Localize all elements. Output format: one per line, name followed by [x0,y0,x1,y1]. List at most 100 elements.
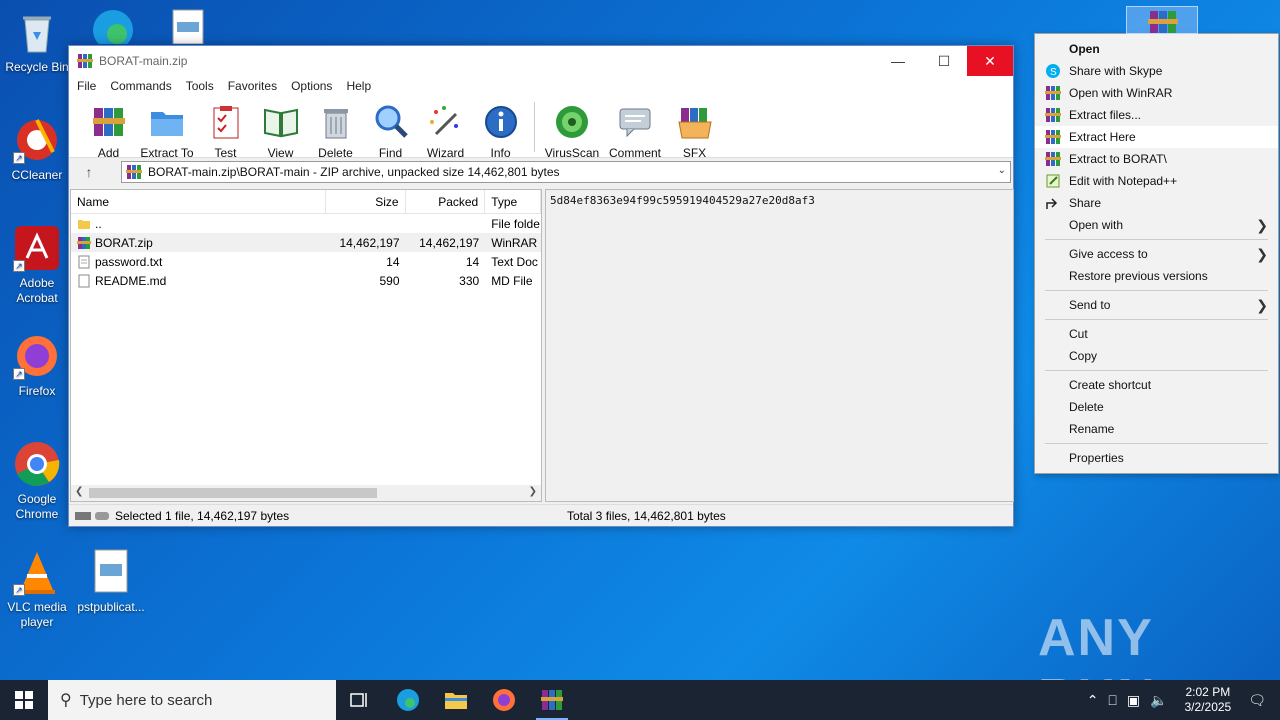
winrar-window: BORAT-main.zip — ☐ ✕ File Commands Tools… [68,45,1014,527]
taskbar-file-explorer[interactable] [432,680,480,720]
winrar-icon [1045,86,1061,100]
maximize-button[interactable]: ☐ [921,46,967,76]
clock[interactable]: 2:02 PM 3/2/2025 [1185,685,1232,715]
menu-item-label: Share with Skype [1069,64,1163,78]
chevron-right-icon: ❯ [1256,245,1268,262]
menu-commands[interactable]: Commands [110,79,171,93]
menu-item-share[interactable]: Share [1035,192,1278,214]
desktop-icon-recycle-bin[interactable]: Recycle Bin [0,8,74,75]
toolbar-wizard-button[interactable]: Wizard [418,104,473,160]
menu-help[interactable]: Help [346,79,371,93]
recycle-bin-icon [13,8,61,56]
toolbar-sfx-button[interactable]: SFX [667,104,722,160]
menu-favorites[interactable]: Favorites [228,79,277,93]
wizard-wand-icon [429,106,458,136]
shortcut-arrow-icon: ↗ [13,368,25,380]
desktop-icon-firefox[interactable]: ↗ Firefox [0,332,74,399]
notifications-icon[interactable]: 🗨 [1248,692,1266,709]
network-icon[interactable]: ▣ [1127,692,1140,709]
menu-item-extract-to-borat[interactable]: Extract to BORAT\ [1035,148,1278,170]
taskbar-search-box[interactable]: ⚲ Type here to search [48,680,336,720]
close-button[interactable]: ✕ [967,46,1013,76]
file-packed: 330 [459,273,480,288]
chevron-down-icon[interactable]: ⌄ [998,165,1006,176]
file-row-readme-md[interactable]: README.md 590 330 MD File [71,271,541,290]
menu-item-edit-with-notepadpp[interactable]: Edit with Notepad++ [1035,170,1278,192]
desktop-icon-chrome[interactable]: Google Chrome [0,440,74,522]
desktop-icon-vlc[interactable]: ↗ VLC media player [0,548,74,630]
menu-item-properties[interactable]: Properties [1035,447,1278,469]
menu-item-give-access-to[interactable]: Give access to ❯ [1035,243,1278,265]
column-name[interactable]: Name [71,190,326,214]
drive-icon [75,512,109,520]
add-archive-icon [92,108,125,136]
menu-separator [1045,370,1268,371]
toolbar: Add Extract To Test View Delete Find Wiz… [69,96,1013,160]
menu-item-create-shortcut[interactable]: Create shortcut [1035,374,1278,396]
address-bar[interactable]: BORAT-main.zip\BORAT-main - ZIP archive,… [121,161,1011,183]
taskbar-firefox[interactable] [480,680,528,720]
preview-pane: 5d84ef8363e94f99c595919404529a27e20d8af3 [545,189,1014,502]
toolbar-add-button[interactable]: Add [81,104,136,160]
file-row-borat-zip[interactable]: BORAT.zip 14,462,197 14,462,197 WinRAR [71,233,541,252]
taskbar-winrar[interactable] [528,680,576,720]
chevron-up-icon[interactable]: ⌃ [1087,692,1099,709]
toolbar-find-button[interactable]: Find [363,104,418,160]
menu-options[interactable]: Options [291,79,332,93]
menu-item-label: Extract files... [1069,108,1142,122]
file-row-parent[interactable]: .. File folde [71,214,541,233]
menu-item-copy[interactable]: Copy [1035,345,1278,367]
title-bar[interactable]: BORAT-main.zip — ☐ ✕ [69,46,1013,76]
up-arrow-icon[interactable]: ↑ [69,164,109,180]
desktop-icon-label: CCleaner [11,168,63,182]
toolbar-comment-button[interactable]: Comment [603,104,667,160]
menu-item-label: Edit with Notepad++ [1069,174,1178,188]
menu-item-rename[interactable]: Rename [1035,418,1278,440]
file-packed: 14 [465,254,480,269]
sfx-box-icon [677,108,712,139]
toolbar-view-button[interactable]: View [253,104,308,160]
column-size[interactable]: Size [326,190,406,214]
task-view-button[interactable] [336,680,384,720]
scroll-left-icon[interactable]: ❮ [75,486,83,497]
desktop-icon-ccleaner[interactable]: ↗ CCleaner [0,116,74,183]
selected-desktop-icon-borat[interactable] [1126,6,1198,34]
device-icon[interactable]: ⎕ [1108,692,1116,709]
chevron-right-icon: ❯ [1256,296,1268,313]
start-button[interactable] [0,680,48,720]
file-row-password-txt[interactable]: password.txt 14 14 Text Doc [71,252,541,271]
file-size: 14,462,197 [339,235,400,250]
search-placeholder: Type here to search [79,691,213,709]
menu-item-extract-files[interactable]: Extract files... [1035,104,1278,126]
toolbar-info-button[interactable]: Info [473,104,528,160]
menu-item-send-to[interactable]: Send to ❯ [1035,294,1278,316]
menu-item-restore-previous-versions[interactable]: Restore previous versions [1035,265,1278,287]
menu-item-open-with-winrar[interactable]: Open with WinRAR [1035,82,1278,104]
menu-item-delete[interactable]: Delete [1035,396,1278,418]
horizontal-scrollbar[interactable]: ❮ ❯ [71,485,541,501]
scrollbar-thumb[interactable] [89,488,377,498]
menu-item-open[interactable]: Open [1035,38,1278,60]
desktop-icon-pstpublicat[interactable]: pstpublicat... [74,548,148,615]
winrar-icon [1045,108,1061,122]
toolbar-delete-button[interactable]: Delete [308,104,363,160]
column-type[interactable]: Type [485,190,541,214]
toolbar-test-button[interactable]: Test [198,104,253,160]
menu-item-extract-here[interactable]: Extract Here [1035,126,1278,148]
menu-file[interactable]: File [77,79,96,93]
scroll-right-icon[interactable]: ❯ [529,486,537,497]
column-packed[interactable]: Packed [406,190,486,214]
desktop-icon-acrobat[interactable]: ↗ Adobe Acrobat [0,224,74,306]
menu-item-cut[interactable]: Cut [1035,323,1278,345]
menu-item-open-with[interactable]: Open with ❯ [1035,214,1278,236]
minimize-button[interactable]: — [875,46,921,76]
toolbar-extract-to-button[interactable]: Extract To [136,104,198,160]
notepadpp-icon [1046,174,1060,188]
folder-icon [445,693,467,709]
file-type: File folde [491,216,540,231]
menu-tools[interactable]: Tools [186,79,214,93]
taskbar-edge[interactable] [384,680,432,720]
toolbar-virusscan-button[interactable]: VirusScan [541,104,603,160]
volume-icon[interactable]: 🔈 [1150,692,1167,709]
menu-item-share-with-skype[interactable]: S Share with Skype [1035,60,1278,82]
